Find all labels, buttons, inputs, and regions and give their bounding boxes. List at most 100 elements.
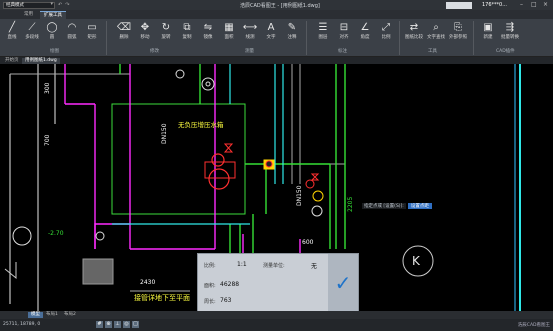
rectangle-tool[interactable]: ▭ 矩形 bbox=[81, 21, 103, 40]
axis-marker: K bbox=[412, 254, 421, 268]
confirm-button[interactable]: ✓ bbox=[328, 254, 358, 311]
ribbon-separator bbox=[473, 21, 474, 55]
green-pipes bbox=[119, 64, 346, 254]
close-icon[interactable]: × bbox=[543, 1, 548, 8]
measure-line-icon: ⟷ bbox=[242, 22, 258, 33]
ortho-icon[interactable]: ⊥ bbox=[114, 321, 121, 328]
ribbon-separator bbox=[399, 21, 400, 55]
find-text-icon: ⌕ bbox=[433, 22, 439, 33]
scale-tool[interactable]: ⤢ 比例 bbox=[375, 21, 397, 40]
xref-tool[interactable]: ⎘ 外部参照 bbox=[447, 21, 469, 40]
maximize-icon[interactable]: □ bbox=[531, 1, 537, 8]
tank-title: 无负压增压水箱 bbox=[178, 120, 224, 129]
scale-value: 1:1 bbox=[237, 261, 247, 268]
circle-tool[interactable]: ◯ 圆 bbox=[41, 21, 63, 40]
move-tool[interactable]: ✥ 移动 bbox=[134, 21, 156, 40]
redo-icon[interactable]: ↷ bbox=[65, 2, 69, 8]
search-input[interactable] bbox=[446, 1, 472, 9]
erase-icon: ⌫ bbox=[116, 22, 132, 33]
group-annotate-label: 标注 bbox=[338, 49, 347, 54]
rectangle-icon: ▭ bbox=[87, 22, 97, 33]
batch-tool[interactable]: ⇶ 批量转换 bbox=[499, 21, 521, 40]
compare-tool[interactable]: ⇄ 图纸比较 bbox=[403, 21, 425, 40]
angle-tool[interactable]: ∠ 角度 bbox=[354, 21, 376, 40]
tab-layout-1[interactable]: 布局1 bbox=[43, 312, 61, 318]
tab-layout-2[interactable]: 布局2 bbox=[61, 312, 79, 318]
command-prompt[interactable]: 指定点或 [设置(S)]: 设置点距 bbox=[362, 202, 432, 209]
perimeter-label: 周长: bbox=[204, 299, 216, 305]
xref-icon: ⎘ bbox=[454, 22, 462, 33]
text-tool[interactable]: A 文字 bbox=[260, 21, 282, 40]
unit-label: 测量单位: bbox=[263, 263, 285, 269]
unit-value: 无 bbox=[311, 263, 318, 270]
measure-result-panel: 比例: 1:1 测量单位: 无 面积: 46288 周长: 763 ✓ bbox=[197, 253, 359, 312]
tab-extended-tools[interactable]: 扩展工具 bbox=[40, 11, 66, 19]
find-text-tool[interactable]: ⌕ 文字查找 bbox=[425, 21, 447, 40]
dimension-label: 2430 bbox=[140, 279, 155, 286]
arc-icon: ◠ bbox=[67, 22, 77, 33]
prompt-input[interactable]: 设置点距 bbox=[407, 202, 432, 209]
polar-icon[interactable]: ◎ bbox=[123, 321, 130, 328]
layer-tool[interactable]: ☰ 图层 bbox=[312, 21, 334, 40]
group-tools-label: 工具 bbox=[428, 49, 437, 54]
document-tab-bar: 开始页 用例图纸1.dwg bbox=[0, 57, 553, 64]
app-title: 浩辰CAD看图王 - [用例图纸1.dwg] bbox=[240, 3, 320, 9]
title-bar: 经典模式 ↶ ↷ 浩辰CAD看图王 - [用例图纸1.dwg] 176***0.… bbox=[0, 0, 553, 10]
area-label: 面积: bbox=[204, 283, 216, 289]
area-value: 46288 bbox=[220, 281, 240, 288]
arc-tool[interactable]: ◠ 圆弧 bbox=[61, 21, 83, 40]
polyline-tool[interactable]: ⟋ 多段线 bbox=[21, 21, 43, 40]
copy-tool[interactable]: ⧉ 复制 bbox=[176, 21, 198, 40]
snap-icon[interactable]: ⊕ bbox=[105, 321, 112, 328]
group-draw-label: 绘图 bbox=[50, 49, 59, 54]
undo-icon[interactable]: ↶ bbox=[58, 2, 62, 8]
pipe-label: DN150 bbox=[161, 123, 168, 144]
line-icon: ╱ bbox=[8, 22, 16, 33]
tab-common[interactable]: 常用 bbox=[20, 11, 37, 19]
align-icon: ⊟ bbox=[339, 22, 349, 33]
rotate-tool[interactable]: ↻ 旋转 bbox=[155, 21, 177, 40]
layer-icon: ☰ bbox=[318, 22, 328, 33]
minimize-icon[interactable]: – bbox=[520, 1, 523, 8]
pipe-fittings bbox=[4, 69, 434, 280]
line-tool[interactable]: ╱ 直线 bbox=[1, 21, 23, 40]
layout-tab-bar: 模型 布局1 布局2 bbox=[0, 311, 553, 319]
status-bar: 25711, 18789, 0 # ⊕ ⊥ ◎ □ 浩辰CAD看图王 bbox=[0, 319, 553, 331]
rotate-icon: ↻ bbox=[161, 22, 171, 33]
scale-label: 比例: bbox=[204, 263, 216, 269]
grid-icon[interactable]: # bbox=[96, 321, 103, 328]
angle-icon: ∠ bbox=[360, 22, 370, 33]
ribbon-panel: ╱ 直线 ⟋ 多段线 ◯ 圆 ◠ 圆弧 ▭ 矩形 ⌫ 删除 ✥ 移动 ↻ 旋转 ⧉ 复制 ⇋ 镜像 … bbox=[0, 19, 553, 57]
drawing-canvas[interactable]: 无负压增压水箱 300 700 2430 2205 600 -2.70 DN15… bbox=[0, 64, 553, 317]
perimeter-value: 763 bbox=[220, 297, 232, 304]
tab-model[interactable]: 模型 bbox=[28, 312, 43, 318]
group-modify-label: 修改 bbox=[150, 49, 159, 54]
copy-icon: ⧉ bbox=[183, 22, 191, 33]
dimension-label: 700 bbox=[44, 134, 51, 146]
prompt-text: 指定点或 [设置(S)]: bbox=[362, 202, 406, 209]
coordinate-readout: 25711, 18789, 0 bbox=[3, 322, 41, 327]
checkmark-icon: ✓ bbox=[334, 270, 352, 295]
move-icon: ✥ bbox=[140, 22, 150, 33]
scale-icon: ⤢ bbox=[382, 22, 390, 33]
brand-text: 浩辰CAD看图王 bbox=[517, 323, 550, 328]
group-plugin-label: CAD插件 bbox=[496, 49, 515, 54]
group-measure-label: 测量 bbox=[245, 49, 254, 54]
batch-icon: ⇶ bbox=[505, 22, 515, 33]
compare-icon: ⇄ bbox=[409, 22, 419, 33]
user-account[interactable]: 176***0... bbox=[482, 2, 507, 8]
area-tool[interactable]: ▦ 面积 bbox=[218, 21, 240, 40]
text-icon: A bbox=[267, 22, 275, 33]
mirror-tool[interactable]: ⇋ 镜像 bbox=[197, 21, 219, 40]
workspace-dropdown[interactable]: 经典模式 bbox=[3, 1, 55, 9]
area-icon: ▦ bbox=[224, 22, 234, 33]
align-tool[interactable]: ⊟ 对齐 bbox=[333, 21, 355, 40]
osnap-icon[interactable]: □ bbox=[132, 321, 139, 328]
dimension-label: 600 bbox=[302, 239, 314, 246]
measure-line-tool[interactable]: ⟷ 线测 bbox=[239, 21, 261, 40]
new-icon: ▣ bbox=[483, 22, 493, 33]
erase-tool[interactable]: ⌫ 删除 bbox=[113, 21, 135, 40]
note-tool[interactable]: ✎ 注释 bbox=[281, 21, 303, 40]
new-tool[interactable]: ▣ 新建 bbox=[477, 21, 499, 40]
ribbon-separator bbox=[106, 21, 107, 55]
